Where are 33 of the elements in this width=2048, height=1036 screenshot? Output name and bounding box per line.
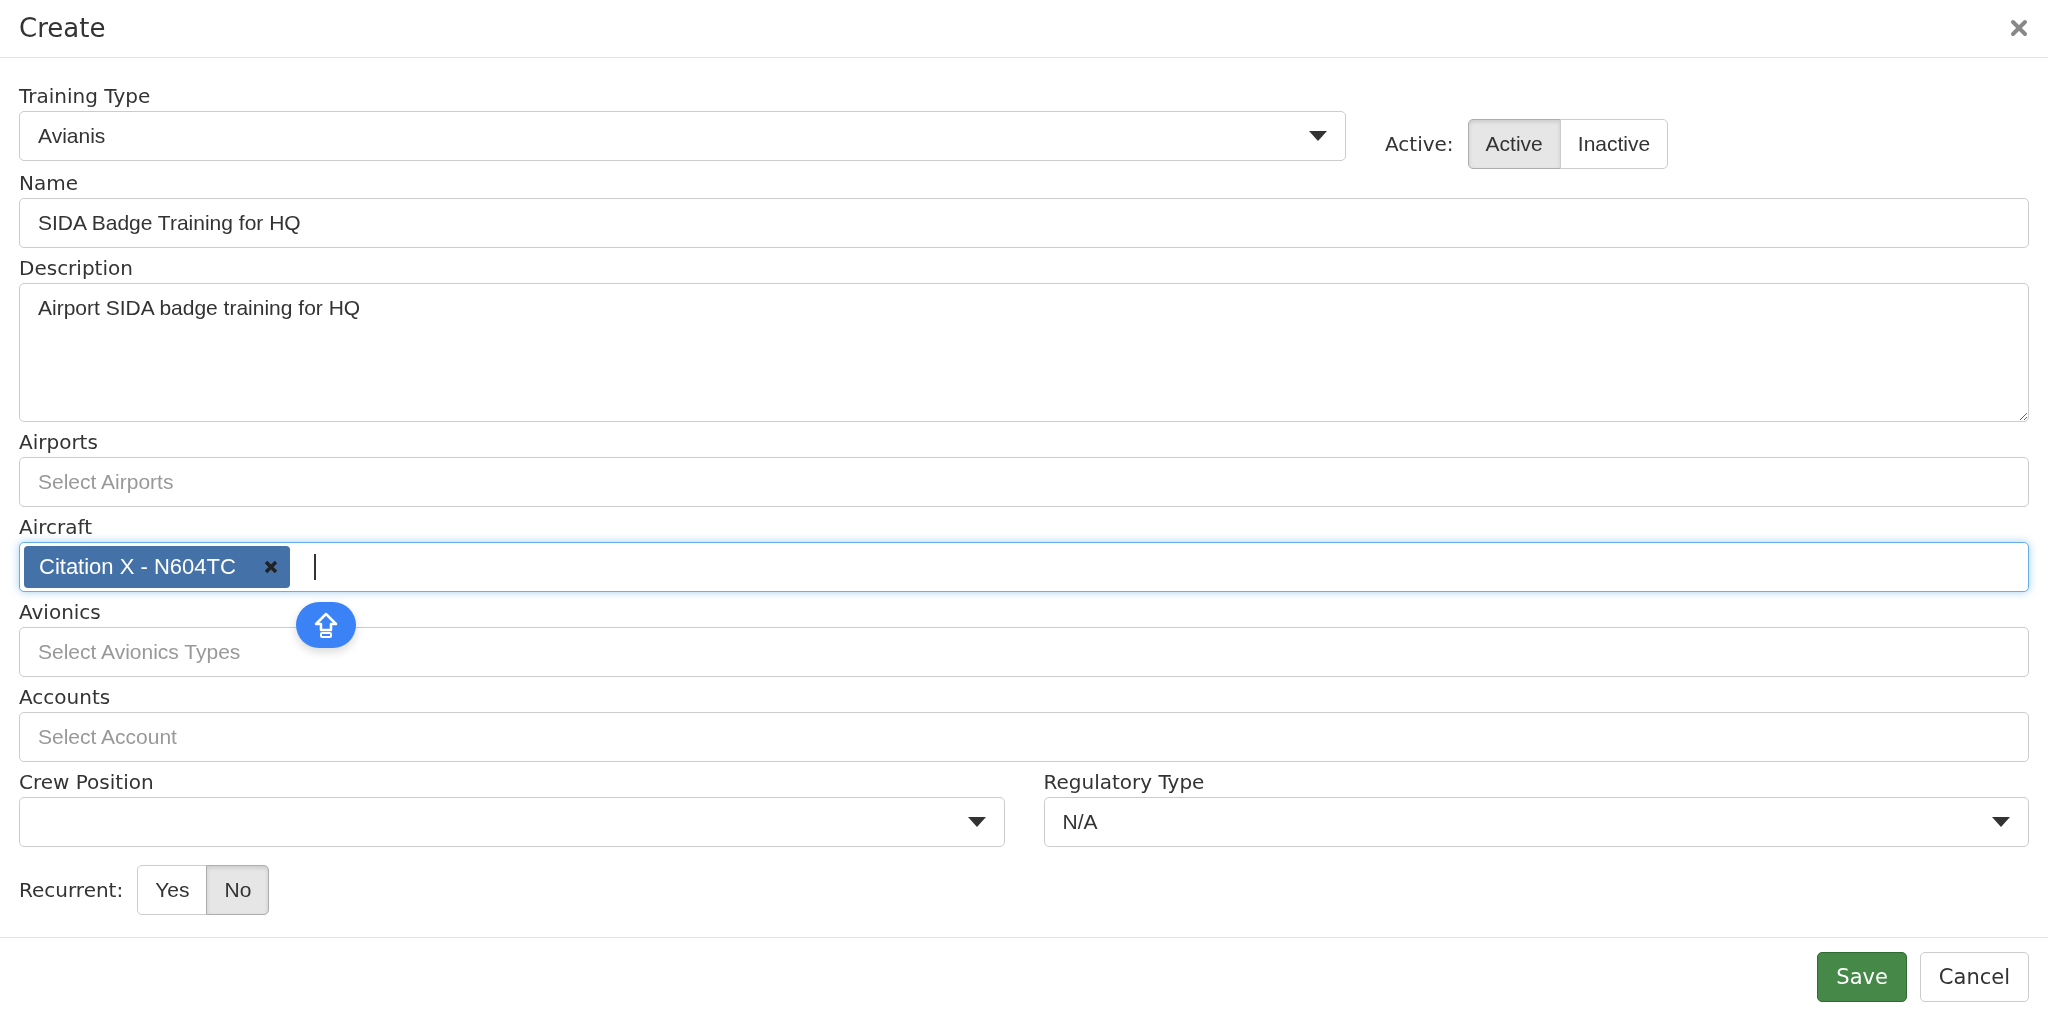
text-cursor — [313, 554, 316, 580]
toggle-label: Active: — [1385, 132, 1454, 156]
field-label: Avionics — [19, 599, 101, 626]
aircraft-input[interactable]: Citation X - N604TC — [19, 542, 2029, 592]
name-input[interactable]: SIDA Badge Training for HQ — [19, 198, 2029, 248]
field-label: Aircraft — [19, 514, 93, 541]
regulatory-type-select[interactable]: N/A — [1043, 797, 2029, 847]
field-label: Accounts — [19, 684, 111, 711]
avionics-input[interactable]: Select Avionics Types — [19, 627, 2029, 677]
remove-tag-button[interactable] — [263, 560, 278, 574]
caret-icon — [1992, 817, 2010, 827]
caret-icon — [1309, 131, 1327, 141]
toggle-label: Recurrent: — [19, 878, 124, 902]
toggle-button[interactable]: Inactive — [1559, 119, 1669, 169]
cancel-button[interactable]: Cancel — [1919, 952, 2029, 1002]
accounts-input[interactable]: Select Account — [19, 712, 2029, 762]
toggle-button[interactable]: Yes — [137, 865, 208, 915]
airports-input[interactable]: Select Airports — [19, 457, 2029, 507]
shift-key-icon[interactable] — [296, 602, 356, 648]
training-type-select[interactable]: Avianis — [19, 111, 1346, 161]
description-textarea[interactable]: Airport SIDA badge training for HQ — [19, 283, 2029, 422]
field-label: Crew Position — [19, 769, 154, 796]
field-label: Regulatory Type — [1043, 769, 1205, 796]
tag-label: Citation X - N604TC — [39, 554, 236, 580]
field-label: Airports — [19, 429, 98, 456]
field-label: Name — [19, 170, 78, 197]
field-label: Description — [19, 255, 133, 282]
dialog-title: Create — [19, 13, 106, 44]
caret-icon — [967, 817, 986, 827]
toggle-button[interactable]: Active — [1467, 119, 1561, 169]
field-label: Training Type — [19, 83, 151, 110]
save-button[interactable]: Save — [1817, 952, 1907, 1002]
toggle-button[interactable]: No — [206, 865, 270, 915]
